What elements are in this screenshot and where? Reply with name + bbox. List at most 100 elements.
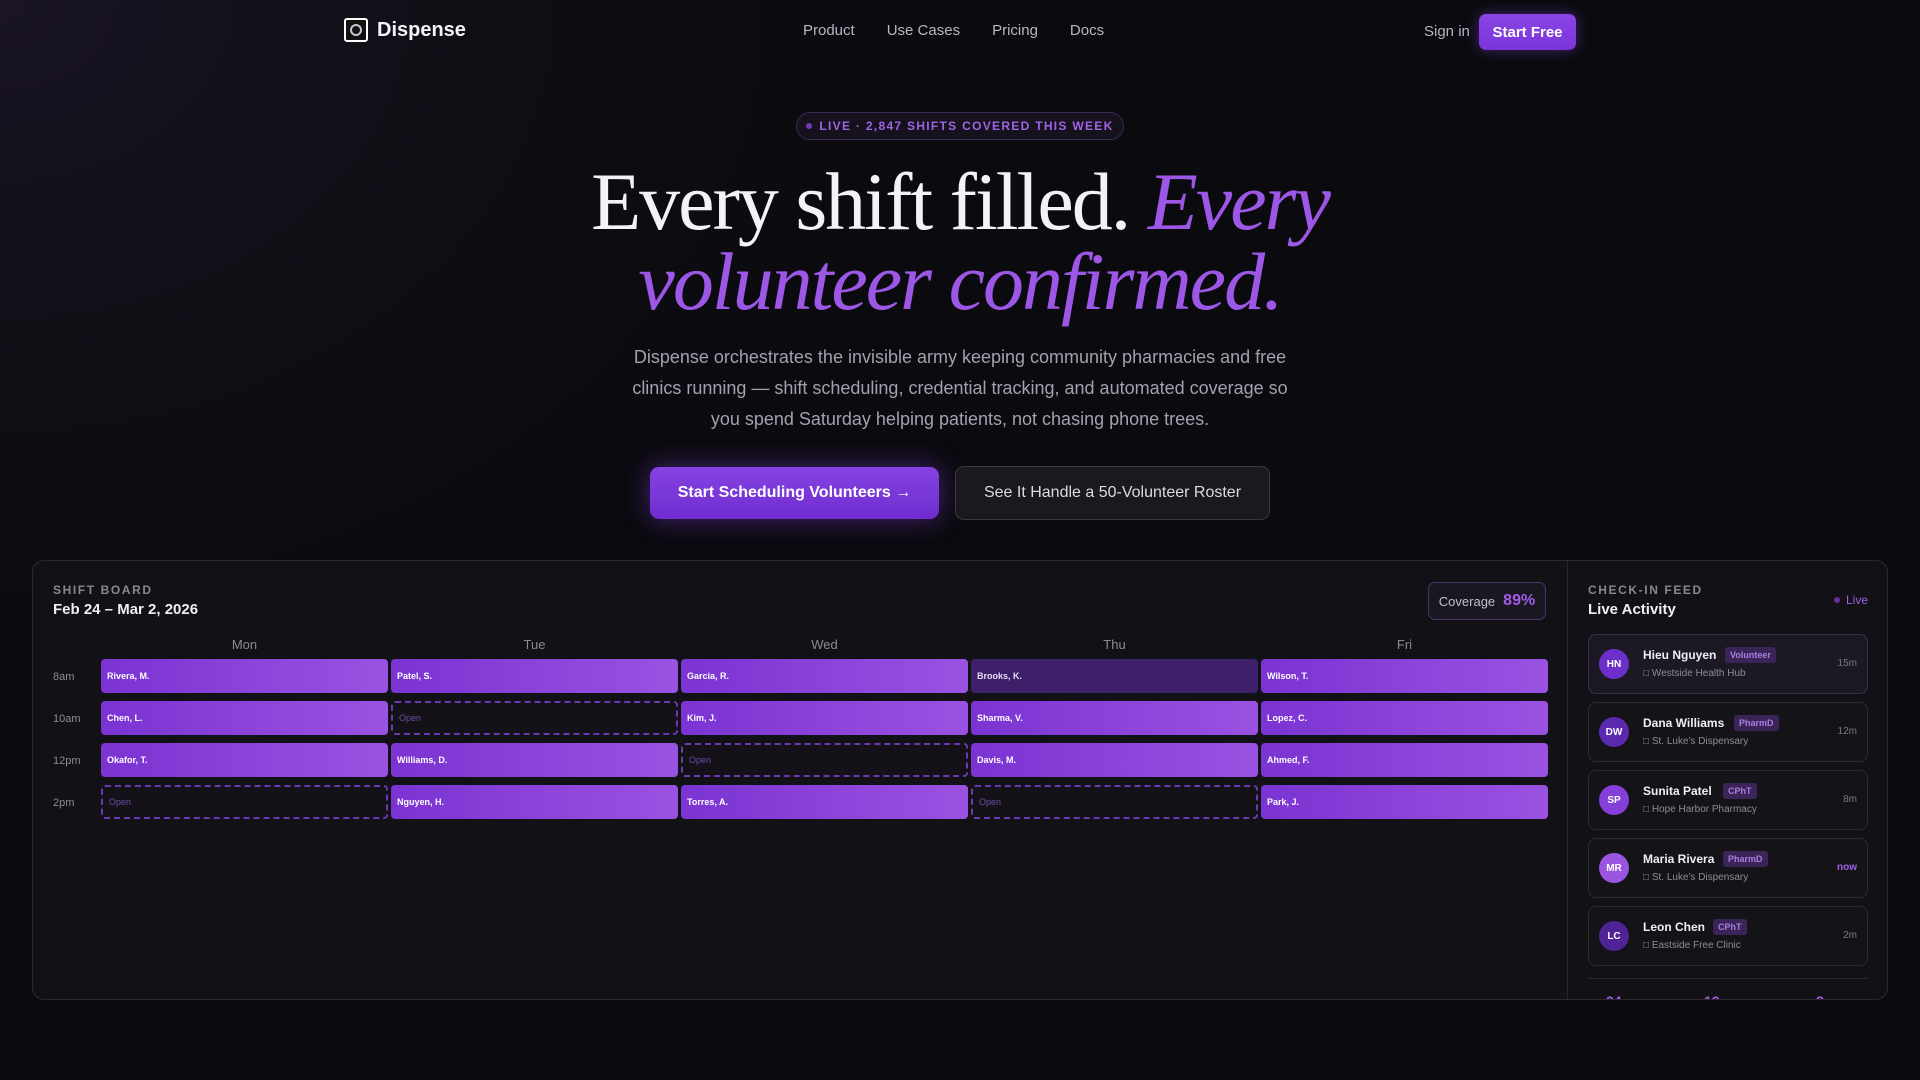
location-label: □ Westside Health Hub — [1643, 668, 1746, 679]
shift-cell[interactable]: Williams, D. — [391, 743, 678, 777]
shift-cell[interactable]: Sharma, V. — [971, 701, 1258, 735]
live-indicator: Live — [1834, 593, 1868, 607]
role-badge: PharmD — [1734, 715, 1779, 731]
shift-cell[interactable]: Garcia, R. — [681, 659, 968, 693]
feed-stat: 24 — [1606, 993, 1622, 999]
checkin-time: 2m — [1843, 930, 1857, 941]
role-badge: CPhT — [1723, 783, 1757, 799]
nav-link-use-cases[interactable]: Use Cases — [887, 22, 960, 39]
checkin-time: 8m — [1843, 794, 1857, 805]
live-dot-icon — [1834, 597, 1840, 603]
headline-plain: Every shift filled. — [591, 156, 1131, 247]
nav-link-product[interactable]: Product — [803, 22, 855, 39]
time-label: 10am — [53, 713, 81, 725]
shift-cell[interactable]: Okafor, T. — [101, 743, 388, 777]
shift-cell[interactable]: Torres, A. — [681, 785, 968, 819]
avatar: LC — [1599, 921, 1629, 951]
coverage-value: 89% — [1503, 592, 1536, 609]
roster-demo-button[interactable]: See It Handle a 50-Volunteer Roster — [955, 466, 1270, 520]
start-free-button[interactable]: Start Free — [1479, 14, 1576, 50]
nav-links: Product Use Cases Pricing Docs — [803, 22, 1136, 39]
live-badge: LIVE · 2,847 SHIFTS COVERED THIS WEEK — [796, 112, 1124, 140]
live-label: Live — [1846, 593, 1869, 607]
time-label: 2pm — [53, 797, 75, 809]
location-label: □ Hope Harbor Pharmacy — [1643, 804, 1757, 815]
role-badge: Volunteer — [1725, 647, 1776, 663]
open-shift-slot[interactable]: Open — [681, 743, 968, 777]
top-nav: Dispense Product Use Cases Pricing Docs … — [0, 0, 1920, 64]
shift-cell[interactable]: Wilson, T. — [1261, 659, 1548, 693]
role-badge: CPhT — [1713, 919, 1747, 935]
feed-item[interactable]: HN Hieu Nguyen Volunteer □ Westside Health … — [1588, 634, 1868, 694]
sign-in-link[interactable]: Sign in — [1424, 23, 1470, 40]
open-shift-slot[interactable]: Open — [101, 785, 388, 819]
hero-headline: Every shift filled. Every volunteer conf… — [0, 161, 1920, 323]
day-header-thu: Thu — [1103, 637, 1126, 652]
volunteer-name: Hieu Nguyen — [1643, 648, 1717, 662]
checkin-time: 15m — [1837, 658, 1857, 669]
nav-link-docs[interactable]: Docs — [1070, 22, 1104, 39]
shift-cell[interactable]: Nguyen, H. — [391, 785, 678, 819]
location-label: □ St. Luke's Dispensary — [1643, 872, 1749, 883]
checkin-time: now — [1837, 862, 1857, 873]
start-scheduling-button[interactable]: Start Scheduling Volunteers → — [650, 467, 939, 519]
shift-cell[interactable]: Chen, L. — [101, 701, 388, 735]
shift-board-eyebrow: SHIFT BOARD — [53, 583, 153, 597]
day-header-fri: Fri — [1396, 637, 1413, 652]
location-text: Hope Harbor Pharmacy — [1651, 804, 1757, 815]
volunteer-name: Maria Rivera — [1643, 852, 1715, 866]
shift-board: SHIFT BOARD Feb 24 – Mar 2, 2026 Coverag… — [33, 561, 1567, 999]
location-text: St. Luke's Dispensary — [1651, 872, 1749, 883]
shift-board-date-range: Feb 24 – Mar 2, 2026 — [53, 601, 199, 618]
shift-cell[interactable]: Park, J. — [1261, 785, 1548, 819]
shift-cell[interactable]: Ahmed, F. — [1261, 743, 1548, 777]
feed-item[interactable]: SP Sunita Patel CPhT □ Hope Harbor Pharmacy… — [1588, 770, 1868, 830]
checkin-feed: CHECK-IN FEED Live Activity Live HN Hieu … — [1567, 561, 1887, 999]
avatar: MR — [1599, 853, 1629, 883]
time-label: 8am — [53, 671, 75, 683]
headline-accent-1: Every — [1147, 156, 1331, 247]
role-badge: PharmD — [1723, 851, 1768, 867]
live-dot-icon — [806, 123, 813, 129]
product-preview-panel: SHIFT BOARD Feb 24 – Mar 2, 2026 Coverag… — [32, 560, 1888, 1000]
nav-link-pricing[interactable]: Pricing — [992, 22, 1038, 39]
feed-divider — [1588, 978, 1868, 979]
checkin-time: 12m — [1837, 726, 1857, 737]
feed-item[interactable]: MR Maria Rivera PharmD □ St. Luke's Dispens… — [1588, 838, 1868, 898]
feed-item[interactable]: LC Leon Chen CPhT □ Eastside Free Clinic 2m — [1588, 906, 1868, 966]
volunteer-name: Leon Chen — [1643, 920, 1705, 934]
shift-cell[interactable]: Lopez, C. — [1261, 701, 1548, 735]
logo-icon — [344, 18, 368, 42]
shift-cell[interactable]: Rivera, M. — [101, 659, 388, 693]
location-text: Eastside Free Clinic — [1651, 940, 1741, 951]
coverage-badge: Coverage 89% — [1428, 582, 1546, 620]
location-text: Westside Health Hub — [1651, 668, 1746, 679]
location-label: □ Eastside Free Clinic — [1643, 940, 1741, 951]
coverage-label: Coverage — [1438, 593, 1496, 609]
shift-cell[interactable]: Brooks, K. — [971, 659, 1258, 693]
feed-stat: 12 — [1704, 993, 1720, 999]
feed-item[interactable]: DW Dana Williams PharmD □ St. Luke's Dispen… — [1588, 702, 1868, 762]
open-shift-slot[interactable]: Open — [391, 701, 678, 735]
day-header-mon: Mon — [231, 637, 258, 652]
feed-eyebrow: CHECK-IN FEED — [1588, 583, 1703, 597]
feed-title: Live Activity — [1588, 601, 1676, 618]
volunteer-name: Dana Williams — [1643, 716, 1725, 730]
day-header-wed: Wed — [811, 637, 838, 652]
day-header-tue: Tue — [523, 637, 546, 652]
location-text: St. Luke's Dispensary — [1651, 736, 1749, 747]
avatar: SP — [1599, 785, 1629, 815]
shift-cell[interactable]: Davis, M. — [971, 743, 1258, 777]
location-label: □ St. Luke's Dispensary — [1643, 736, 1749, 747]
time-label: 12pm — [53, 755, 81, 767]
avatar: DW — [1599, 717, 1629, 747]
avatar: HN — [1599, 649, 1629, 679]
open-shift-slot[interactable]: Open — [971, 785, 1258, 819]
brand-name: Dispense — [377, 18, 466, 41]
live-badge-text: LIVE · 2,847 SHIFTS COVERED THIS WEEK — [819, 119, 1114, 133]
volunteer-name: Sunita Patel — [1643, 784, 1712, 798]
shift-cell[interactable]: Kim, J. — [681, 701, 968, 735]
shift-cell[interactable]: Patel, S. — [391, 659, 678, 693]
feed-stat: 8 — [1816, 993, 1824, 999]
brand-logo[interactable]: Dispense — [344, 18, 466, 42]
